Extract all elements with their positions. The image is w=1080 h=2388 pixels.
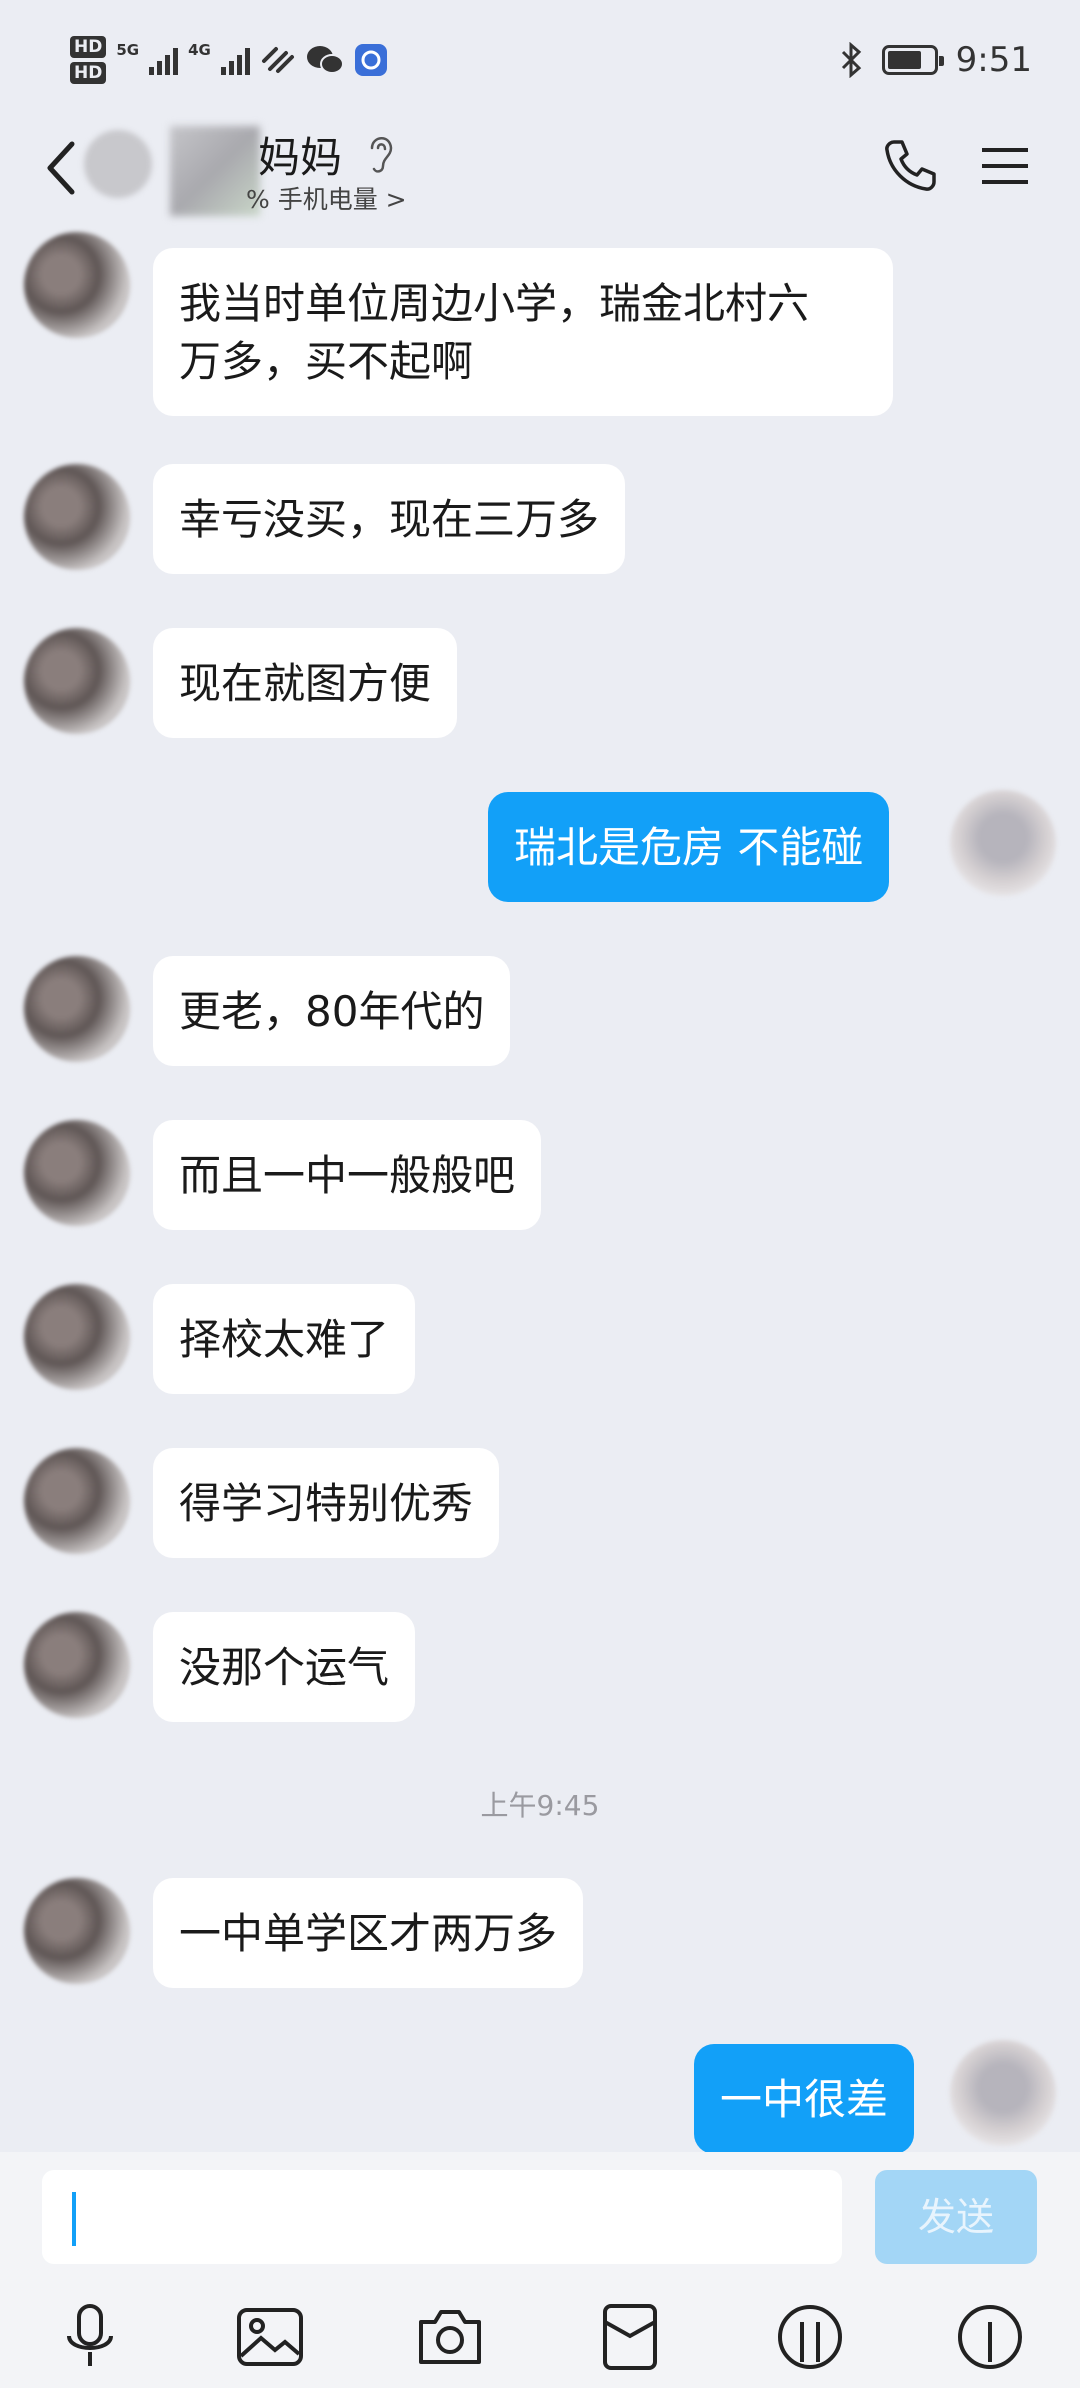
emoji-icon[interactable] xyxy=(955,2302,1025,2372)
contact-name[interactable]: 妈妈 xyxy=(258,124,342,185)
bluetooth-icon xyxy=(841,42,861,78)
input-bar: 发送 xyxy=(0,2152,1080,2388)
microphone-icon[interactable] xyxy=(55,2302,125,2372)
wechat-icon xyxy=(306,46,344,74)
contact-avatar[interactable] xyxy=(84,130,152,198)
hd-badge: HD xyxy=(70,36,107,58)
red-packet-icon[interactable] xyxy=(595,2302,665,2372)
message-bubble[interactable]: 没那个运气 xyxy=(153,1612,416,1722)
message-bubble[interactable]: 我当时单位周边小学，瑞金北村六 万多，买不起啊 xyxy=(153,248,893,416)
chevron-left-icon[interactable] xyxy=(40,138,80,198)
app-notification-icon xyxy=(354,44,387,76)
network-type-label: 4G xyxy=(188,41,211,59)
status-right: 9:51 xyxy=(840,40,1032,80)
message-bubble[interactable]: 一中单学区才两万多 xyxy=(153,1878,584,1988)
contact-status[interactable]: % 手机电量 > xyxy=(246,180,407,216)
ear-icon[interactable] xyxy=(366,132,396,174)
network-type-label: 5G xyxy=(116,41,140,59)
message-bubble[interactable]: 择校太难了 xyxy=(153,1284,416,1394)
message-bubble[interactable]: 现在就图方便 xyxy=(153,628,458,738)
sender-avatar[interactable] xyxy=(24,1284,130,1390)
my-avatar[interactable] xyxy=(950,2040,1056,2146)
sender-avatar[interactable] xyxy=(24,464,130,570)
battery-level xyxy=(887,51,921,69)
message-bubble[interactable]: 得学习特别优秀 xyxy=(153,1448,500,1558)
menu-icon[interactable] xyxy=(982,146,1028,186)
timestamp-separator: 上午9:45 xyxy=(480,1789,600,1822)
message-bubble-outgoing[interactable]: 一中很差 xyxy=(694,2044,915,2154)
sender-avatar[interactable] xyxy=(24,1612,130,1718)
my-avatar[interactable] xyxy=(950,790,1056,896)
heart-app-icon xyxy=(261,47,294,73)
camera-icon[interactable] xyxy=(415,2302,485,2372)
send-button[interactable]: 发送 xyxy=(875,2170,1037,2264)
phone-icon[interactable] xyxy=(880,136,940,196)
message-bubble[interactable]: 而且一中一般般吧 xyxy=(153,1120,542,1230)
message-input[interactable] xyxy=(42,2170,842,2264)
message-list[interactable]: 我当时单位周边小学，瑞金北村六 万多，买不起啊 幸亏没买，现在三万多 现在就图方… xyxy=(0,232,1080,2154)
chat-header: 妈妈 % 手机电量 > xyxy=(0,110,1080,230)
hd-badge: HD xyxy=(70,62,107,84)
message-bubble-outgoing[interactable]: 瑞北是危房 不能碰 xyxy=(488,792,890,902)
sender-avatar[interactable] xyxy=(24,1878,130,1984)
sender-avatar[interactable] xyxy=(24,232,130,338)
sender-avatar[interactable] xyxy=(24,1448,130,1554)
status-left: HD HD 5G 4G xyxy=(70,36,388,84)
message-bubble[interactable]: 幸亏没买，现在三万多 xyxy=(153,464,626,574)
status-time: 9:51 xyxy=(955,40,1032,80)
signal-icon xyxy=(220,45,250,75)
message-bubble[interactable]: 更老，80年代的 xyxy=(153,956,511,1066)
sender-avatar[interactable] xyxy=(24,1120,130,1226)
image-icon[interactable] xyxy=(235,2302,305,2372)
battery-icon xyxy=(881,45,944,75)
signal-icon xyxy=(149,45,179,75)
toolbar xyxy=(0,2302,1080,2382)
sender-avatar[interactable] xyxy=(24,628,130,734)
sender-avatar[interactable] xyxy=(24,956,130,1062)
text-caret xyxy=(72,2192,76,2246)
emoji-icon[interactable] xyxy=(775,2302,845,2372)
